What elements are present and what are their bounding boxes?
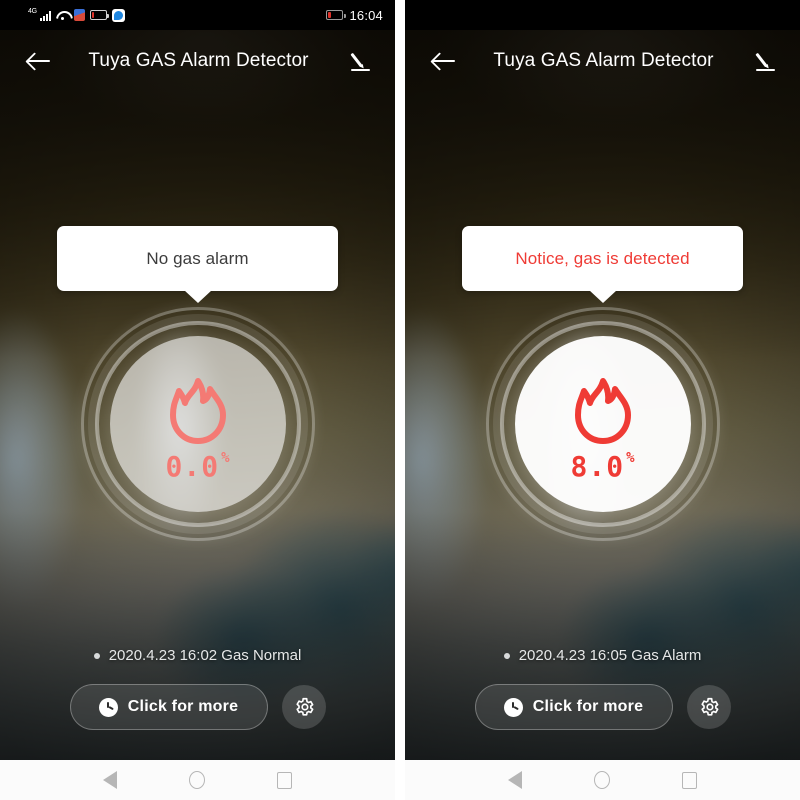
page-title: Tuya GAS Alarm Detector bbox=[88, 50, 309, 71]
edit-pencil-icon[interactable] bbox=[754, 48, 780, 74]
wifi-icon bbox=[56, 10, 69, 21]
alarm-tooltip-wrap-alarm: Notice, gas is detected bbox=[405, 226, 800, 291]
gas-gauge-normal[interactable]: 0.0 % bbox=[80, 306, 316, 542]
back-arrow-icon[interactable] bbox=[429, 46, 459, 76]
network-type-label: 4G bbox=[28, 7, 37, 15]
gas-reading-unit: % bbox=[626, 450, 635, 466]
click-for-more-label: Click for more bbox=[532, 698, 644, 715]
status-dot-icon bbox=[93, 652, 100, 659]
gas-reading: 8.0 % bbox=[570, 450, 635, 483]
settings-button[interactable] bbox=[686, 685, 731, 729]
device-status-line-alarm: 2020.4.23 16:05 Gas Alarm bbox=[405, 647, 800, 664]
comparison-stage: 4G 16:04 Tuya GAS Alarm Detector No gas … bbox=[0, 0, 800, 800]
app-bar-normal: Tuya GAS Alarm Detector bbox=[0, 30, 395, 92]
alarm-tooltip-text: Notice, gas is detected bbox=[515, 248, 690, 268]
status-bar-clock: 16:04 bbox=[349, 7, 383, 23]
nav-recents-icon[interactable] bbox=[277, 771, 292, 789]
gas-reading-unit: % bbox=[221, 450, 230, 466]
signal-bars-icon bbox=[39, 10, 51, 21]
click-for-more-button[interactable]: Click for more bbox=[474, 684, 673, 730]
phone-normal: 4G 16:04 Tuya GAS Alarm Detector No gas … bbox=[0, 0, 395, 800]
click-for-more-label: Click for more bbox=[127, 698, 239, 715]
nav-home-icon[interactable] bbox=[189, 771, 205, 789]
settings-button[interactable] bbox=[281, 685, 326, 729]
nav-back-icon[interactable] bbox=[508, 771, 522, 789]
gas-reading: 0.0 % bbox=[165, 450, 230, 483]
clock-icon bbox=[503, 697, 523, 717]
nav-back-icon[interactable] bbox=[103, 771, 117, 789]
nav-recents-icon[interactable] bbox=[682, 771, 697, 789]
gas-gauge-alarm[interactable]: 8.0 % bbox=[485, 306, 721, 542]
battery-low-icon bbox=[89, 10, 110, 20]
gas-reading-value: 0.0 bbox=[165, 450, 220, 483]
gauge-dial: 8.0 % bbox=[514, 336, 691, 512]
device-status-text: 2020.4.23 16:02 Gas Normal bbox=[108, 647, 302, 664]
flame-icon bbox=[570, 375, 636, 447]
status-bar-right-icons: 16:04 bbox=[326, 8, 383, 23]
cloud-app-icon bbox=[111, 8, 125, 22]
alarm-tooltip: No gas alarm bbox=[57, 226, 338, 291]
gear-icon bbox=[295, 697, 313, 716]
gauge-dial: 0.0 % bbox=[109, 336, 286, 512]
status-dot-icon bbox=[503, 652, 510, 659]
page-title: Tuya GAS Alarm Detector bbox=[493, 50, 714, 71]
back-arrow-icon[interactable] bbox=[24, 46, 54, 76]
app-badge-icon bbox=[73, 9, 85, 21]
status-bar-alarm bbox=[405, 0, 800, 30]
alarm-tooltip-wrap-normal: No gas alarm bbox=[0, 226, 395, 291]
app-screen-normal: Tuya GAS Alarm Detector No gas alarm 0.0… bbox=[0, 30, 395, 760]
alarm-tooltip: Notice, gas is detected bbox=[462, 226, 743, 291]
app-screen-alarm: Tuya GAS Alarm Detector Notice, gas is d… bbox=[405, 30, 800, 760]
status-bar-left-icons: 4G bbox=[28, 7, 125, 22]
app-bar-alarm: Tuya GAS Alarm Detector bbox=[405, 30, 800, 92]
flame-icon bbox=[165, 375, 231, 447]
nav-home-icon[interactable] bbox=[594, 771, 610, 789]
clock-icon bbox=[98, 697, 118, 717]
alarm-tooltip-text: No gas alarm bbox=[146, 248, 249, 268]
phone-alarm: Tuya GAS Alarm Detector Notice, gas is d… bbox=[405, 0, 800, 800]
gear-icon bbox=[700, 697, 718, 716]
action-row-alarm: Click for more bbox=[405, 684, 800, 730]
android-nav-bar-normal bbox=[0, 760, 395, 800]
click-for-more-button[interactable]: Click for more bbox=[69, 684, 268, 730]
action-row-normal: Click for more bbox=[0, 684, 395, 730]
battery-icon bbox=[326, 10, 346, 20]
android-nav-bar-alarm bbox=[405, 760, 800, 800]
device-status-line-normal: 2020.4.23 16:02 Gas Normal bbox=[0, 647, 395, 664]
gas-reading-value: 8.0 bbox=[570, 450, 625, 483]
edit-pencil-icon[interactable] bbox=[349, 48, 375, 74]
device-status-text: 2020.4.23 16:05 Gas Alarm bbox=[518, 647, 702, 664]
status-bar-normal: 4G 16:04 bbox=[0, 0, 395, 30]
